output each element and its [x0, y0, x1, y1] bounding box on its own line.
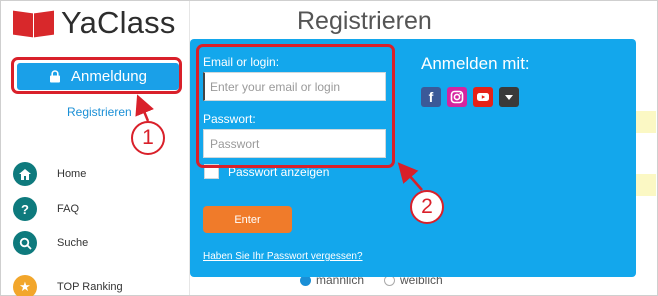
book-logo-icon: [13, 8, 55, 38]
social-login-buttons: f: [421, 87, 519, 107]
sidebar-item-label: Home: [57, 168, 87, 180]
forgot-password-link[interactable]: Haben Sie Ihr Passwort vergessen?: [203, 251, 363, 262]
register-link[interactable]: Registrieren: [67, 105, 132, 119]
logo-text: YaClass: [61, 5, 176, 40]
more-icon[interactable]: [499, 87, 519, 107]
annotation-marker-1: 1: [131, 121, 165, 155]
login-form-highlight: [196, 44, 395, 168]
sidebar-item-label: TOP Ranking: [57, 281, 123, 293]
question-icon: ?: [13, 197, 37, 221]
sidebar-item-search[interactable]: Suche: [13, 231, 88, 255]
sidebar-item-label: FAQ: [57, 203, 80, 215]
instagram-icon[interactable]: [447, 87, 467, 107]
form-row-strip: [636, 111, 656, 133]
login-button-highlight: [11, 57, 182, 94]
youtube-icon[interactable]: [473, 87, 493, 107]
sidebar-item-home[interactable]: Home: [13, 162, 86, 186]
form-row-strip: [636, 174, 656, 196]
star-icon: ★: [13, 275, 37, 296]
annotation-marker-2: 2: [410, 190, 444, 224]
home-icon: [13, 162, 37, 186]
social-login-title: Anmelden mit:: [421, 54, 530, 73]
logo[interactable]: YaClass: [13, 5, 176, 41]
page-title: Registrieren: [297, 7, 432, 35]
facebook-icon[interactable]: f: [421, 87, 441, 107]
sidebar-item-label: Suche: [57, 237, 89, 249]
sidebar-item-top-ranking[interactable]: ★ TOP Ranking: [13, 275, 123, 296]
search-icon: [13, 231, 37, 255]
sidebar-item-faq[interactable]: ? FAQ: [13, 197, 79, 221]
enter-button[interactable]: Enter: [203, 206, 292, 233]
